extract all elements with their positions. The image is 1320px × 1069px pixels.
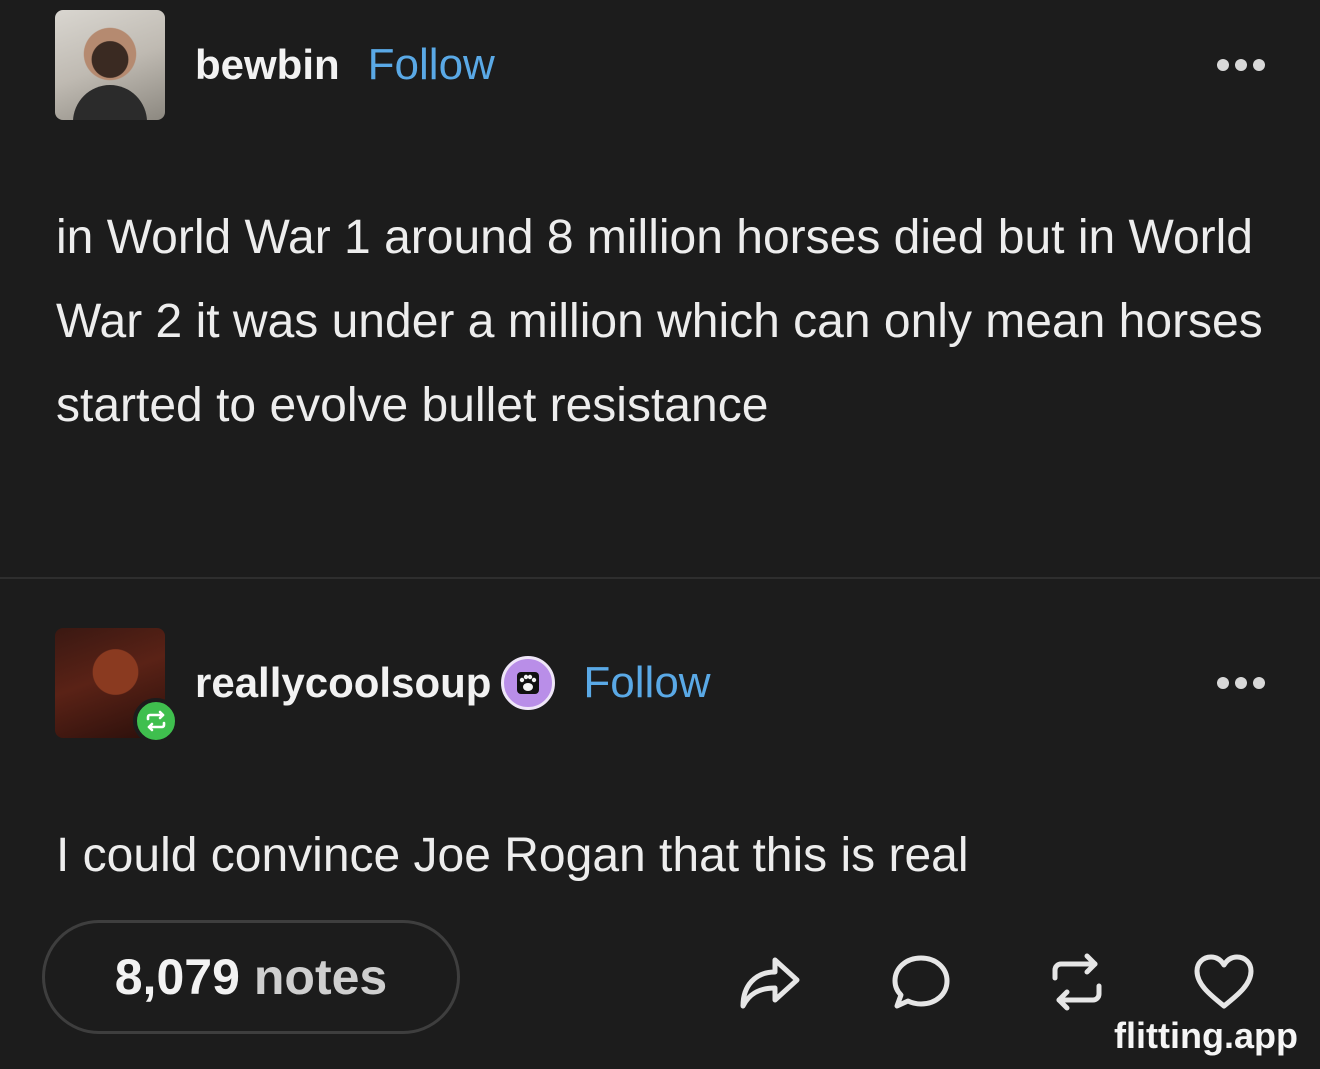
watermark-text: flitting.app <box>1114 1015 1298 1056</box>
notes-button[interactable]: 8,079 notes <box>42 920 460 1034</box>
username-bewbin[interactable]: bewbin <box>195 41 340 89</box>
post-text-bewbin: in World War 1 around 8 million horses d… <box>56 211 1263 432</box>
paw-badge-icon[interactable] <box>501 656 556 710</box>
avatar-reallycoolsoup[interactable] <box>55 628 179 744</box>
follow-button-reallycoolsoup[interactable]: Follow <box>583 658 710 708</box>
post-divider <box>0 577 1320 579</box>
reblog-icon[interactable] <box>1040 945 1114 1019</box>
avatar-bewbin[interactable] <box>55 10 165 120</box>
notes-count: 8,079 <box>114 949 240 1005</box>
reblog-badge-icon <box>133 698 179 744</box>
share-icon[interactable] <box>733 945 807 1019</box>
like-icon[interactable] <box>1187 945 1261 1019</box>
username-reallycoolsoup[interactable]: reallycoolsoup <box>195 659 491 707</box>
more-options-icon[interactable] <box>1212 49 1270 81</box>
reply-icon[interactable] <box>884 945 958 1019</box>
more-options-icon[interactable] <box>1212 667 1270 699</box>
post-header-bewbin: bewbin Follow <box>55 10 1270 120</box>
follow-button-bewbin[interactable]: Follow <box>368 40 495 90</box>
post-header-reallycoolsoup: reallycoolsoup Follow <box>55 628 1270 744</box>
notes-label: notes <box>253 949 388 1005</box>
post-text-reallycoolsoup: I could convince Joe Rogan that this is … <box>56 829 969 882</box>
